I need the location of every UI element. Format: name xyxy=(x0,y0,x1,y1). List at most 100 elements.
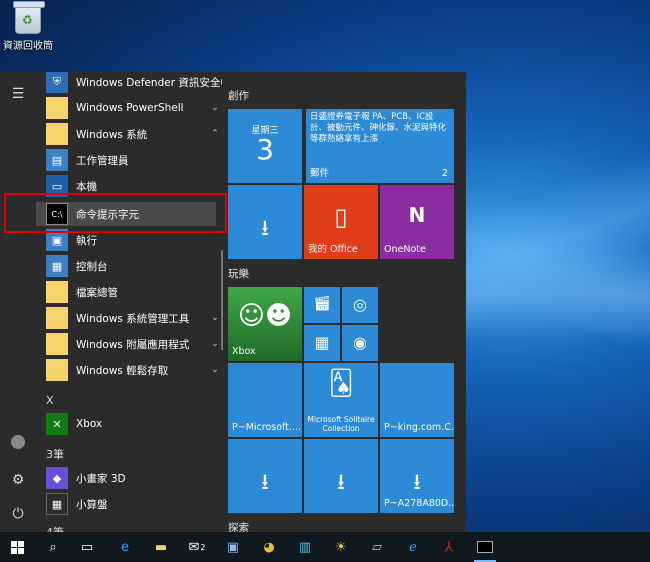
task-view-icon[interactable]: ▭ xyxy=(72,535,102,559)
control-panel-icon: ▦ xyxy=(46,255,68,277)
notepad-icon[interactable]: ▱ xyxy=(362,535,392,559)
edge-icon[interactable]: e xyxy=(110,535,140,559)
office-icon: ▯ xyxy=(334,203,348,231)
app-xbox[interactable]: ✕ Xbox xyxy=(46,412,222,436)
film-icon: 🎬︎ xyxy=(313,296,331,312)
calculator-icon: ▦ xyxy=(314,333,330,352)
tile-label: P~Microsoft.... xyxy=(232,422,302,433)
app-windows-admin-tools[interactable]: Windows 系統管理工具 ⌄ xyxy=(46,306,222,330)
tile-king[interactable]: P~king.com.C... xyxy=(380,363,454,437)
tile-calculator[interactable]: ▦ xyxy=(304,325,340,361)
taskbar: ⌕ ▭ e ▬ ✉ 2 ▣ ◕ ▥ ☀ ▱ ℯ ⅄ xyxy=(0,532,650,562)
app-windows-powershell[interactable]: Windows PowerShell ⌄ xyxy=(46,96,222,120)
app-label: 控制台 xyxy=(76,260,108,273)
chevron-down-icon: ⌄ xyxy=(211,365,219,375)
app-label: Xbox xyxy=(76,418,103,430)
tile-download-2[interactable]: ⭳ xyxy=(228,439,302,513)
app-label: Windows 輕鬆存取 xyxy=(76,364,169,377)
calendar-date: 3 xyxy=(256,133,274,166)
app-label: Windows 系統 xyxy=(76,128,148,141)
sun-icon[interactable]: ☀ xyxy=(326,535,356,559)
annotation-highlight-box xyxy=(4,193,227,233)
chevron-down-icon: ⌄ xyxy=(211,339,219,349)
letter-header-3[interactable]: 3筆 xyxy=(46,446,64,462)
group-title-play[interactable]: 玩樂 xyxy=(228,266,249,281)
app-windows-system[interactable]: Windows 系統 ⌃ xyxy=(46,122,222,146)
tile-area: 創作 星期三 3 日盛證券電子報 PA、PCB、IC設計、被動元件、砷化鎵、水泥… xyxy=(228,72,466,534)
tile-movies[interactable]: 🎬︎ xyxy=(304,287,340,323)
cmd-icon[interactable] xyxy=(470,535,500,562)
download-arrow-icon: ⭳ xyxy=(337,470,345,495)
user-account-icon[interactable] xyxy=(6,430,30,454)
calculator-icon: ▦ xyxy=(46,493,68,515)
tile-solitaire[interactable]: 🂡︎ Microsoft Solitaire Collection xyxy=(304,363,378,437)
playing-cards-icon: 🂡︎ xyxy=(328,369,354,397)
tile-onenote[interactable]: N OneNote xyxy=(380,185,454,259)
desktop-wallpaper-rays xyxy=(460,60,650,530)
chevron-down-icon: ⌄ xyxy=(211,103,219,113)
letter-header-4[interactable]: 4筆 xyxy=(46,524,64,532)
acrobat-icon[interactable]: ⅄ xyxy=(434,535,464,559)
app-windows-ease-of-access[interactable]: Windows 輕鬆存取 ⌄ xyxy=(46,358,222,382)
mail-count-badge: 2 xyxy=(441,168,448,179)
mail-preview-text: 日盛證券電子報 PA、PCB、IC設計、被動元件、砷化鎵、水泥與特化等群熱絡拿有… xyxy=(310,112,447,144)
tile-label: Xbox xyxy=(232,346,256,357)
app-label: 本機 xyxy=(76,180,97,193)
mail-icon[interactable]: ✉ 2 xyxy=(182,535,212,559)
tile-xbox[interactable]: ☺☻ Xbox xyxy=(228,287,302,361)
tile-a278[interactable]: ⭳ P~A278A80D.... xyxy=(380,439,454,513)
start-rail: ☰ ⚙ ⏻ xyxy=(0,72,36,532)
tile-download-3[interactable]: ⭳ xyxy=(304,439,378,513)
recycle-bin[interactable]: ♻ 資源回收筒 xyxy=(2,1,54,52)
app-task-manager[interactable]: ▤ 工作管理員 xyxy=(46,148,222,172)
tile-download-1[interactable]: ⭳ xyxy=(228,185,302,259)
tile-label: P~A278A80D.... xyxy=(384,498,454,509)
app-calculator[interactable]: ▦ 小算盤 xyxy=(46,492,222,516)
letter-header-x[interactable]: X xyxy=(46,394,54,407)
folder-icon xyxy=(46,123,68,145)
search-icon[interactable]: ⌕ xyxy=(38,535,68,559)
app-label: 執行 xyxy=(76,234,97,247)
chevron-up-icon: ⌃ xyxy=(211,129,219,139)
xbox-icon: ✕ xyxy=(46,413,68,435)
start-icon[interactable] xyxy=(2,535,32,559)
app-control-panel[interactable]: ▦ 控制台 xyxy=(46,254,222,278)
download-arrow-icon: ⭳ xyxy=(261,470,269,495)
tile-groove[interactable]: ◎ xyxy=(342,287,378,323)
task-manager-icon: ▤ xyxy=(46,149,68,171)
group-title-create[interactable]: 創作 xyxy=(228,88,249,103)
app-label: 檔案總管 xyxy=(76,286,118,299)
app-paint-3d[interactable]: ◆ 小畫家 3D xyxy=(46,466,222,490)
ie-icon[interactable]: ℯ xyxy=(398,535,428,559)
tile-microsoft-app[interactable]: P~Microsoft.... xyxy=(228,363,302,437)
network-icon[interactable]: ▣ xyxy=(218,535,248,559)
app-label: Windows Defender 資訊安全中心 xyxy=(76,76,222,89)
app-list-scrollbar[interactable] xyxy=(221,250,223,350)
hamburger-menu-icon[interactable]: ☰ xyxy=(6,82,30,106)
building-icon[interactable]: ▥ xyxy=(290,535,320,559)
webcam-icon: ◉ xyxy=(353,333,367,352)
folder-icon xyxy=(46,333,68,355)
power-icon[interactable]: ⏻ xyxy=(6,502,30,526)
file-explorer-icon[interactable]: ▬ xyxy=(146,535,176,559)
folder-icon xyxy=(46,307,68,329)
chrome-icon[interactable]: ◕ xyxy=(254,535,284,559)
app-windows-accessories[interactable]: Windows 附屬應用程式 ⌄ xyxy=(46,332,222,356)
tile-label: P~king.com.C... xyxy=(384,422,454,433)
app-file-explorer[interactable]: 檔案總管 xyxy=(46,280,222,304)
folder-icon xyxy=(46,359,68,381)
app-windows-defender[interactable]: ⛨ Windows Defender 資訊安全中心 xyxy=(46,72,222,94)
tile-calendar[interactable]: 星期三 3 xyxy=(228,109,302,183)
app-label: 小算盤 xyxy=(76,498,108,511)
app-label: Windows PowerShell xyxy=(76,102,184,114)
folder-icon xyxy=(46,97,68,119)
recycle-bin-icon: ♻ xyxy=(13,1,45,34)
recycle-bin-label: 資源回收筒 xyxy=(3,41,53,52)
tile-label: 我的 Office xyxy=(308,244,358,255)
tile-mail-news[interactable]: 日盛證券電子報 PA、PCB、IC設計、被動元件、砷化鎵、水泥與特化等群熱絡拿有… xyxy=(306,109,454,183)
settings-gear-icon[interactable]: ⚙ xyxy=(6,468,30,492)
tile-camera[interactable]: ◉ xyxy=(342,325,378,361)
download-arrow-icon: ⭳ xyxy=(261,216,269,241)
tile-my-office[interactable]: ▯ 我的 Office xyxy=(304,185,378,259)
start-menu: ☰ ⚙ ⏻ ⛨ Windows Defender 資訊安全中心 Windows … xyxy=(0,72,466,534)
